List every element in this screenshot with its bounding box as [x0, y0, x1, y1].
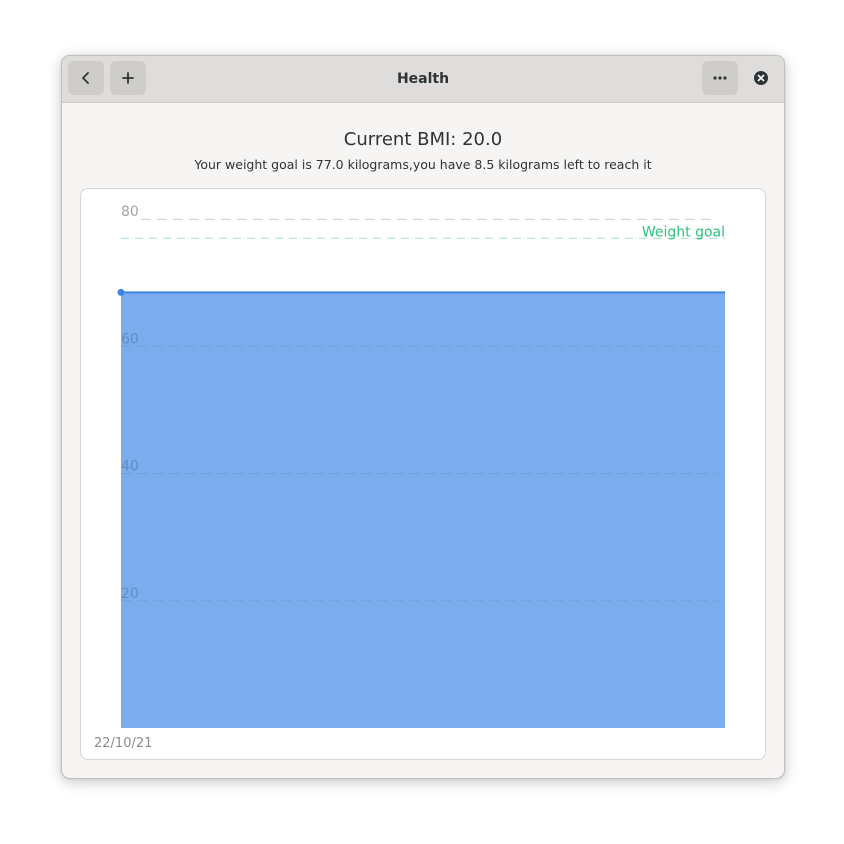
chevron-left-icon	[82, 72, 89, 84]
y-tick-label-20: 20	[121, 586, 139, 602]
plus-icon	[122, 72, 134, 84]
close-icon	[754, 71, 768, 85]
y-tick-label-80: 80	[121, 204, 139, 220]
header-bar: Health	[62, 56, 784, 103]
menu-button[interactable]	[702, 61, 738, 95]
weight-chart: Weight goal 20 40 60 80	[117, 204, 725, 728]
add-button[interactable]	[110, 61, 146, 95]
x-axis-date-label: 22/10/21	[94, 736, 153, 751]
ellipsis-icon	[713, 76, 727, 80]
window-title: Health	[396, 71, 450, 87]
weight-goal-summary: Your weight goal is 77.0 kilograms,you h…	[194, 157, 652, 172]
weight-area	[121, 292, 725, 728]
weight-data-point[interactable]	[117, 288, 125, 296]
weight-goal-label: Weight goal	[642, 224, 725, 240]
health-window: Health Current BMI: 20.0 Your weight goa…	[61, 55, 785, 779]
back-button[interactable]	[68, 61, 104, 95]
y-tick-label-60: 60	[121, 331, 139, 347]
close-button[interactable]	[753, 70, 769, 86]
y-tick-label-40: 40	[121, 459, 139, 475]
weight-chart-card: Weight goal 20 40 60 80 22/10/21	[80, 188, 766, 760]
current-bmi: Current BMI: 20.0	[343, 129, 503, 150]
